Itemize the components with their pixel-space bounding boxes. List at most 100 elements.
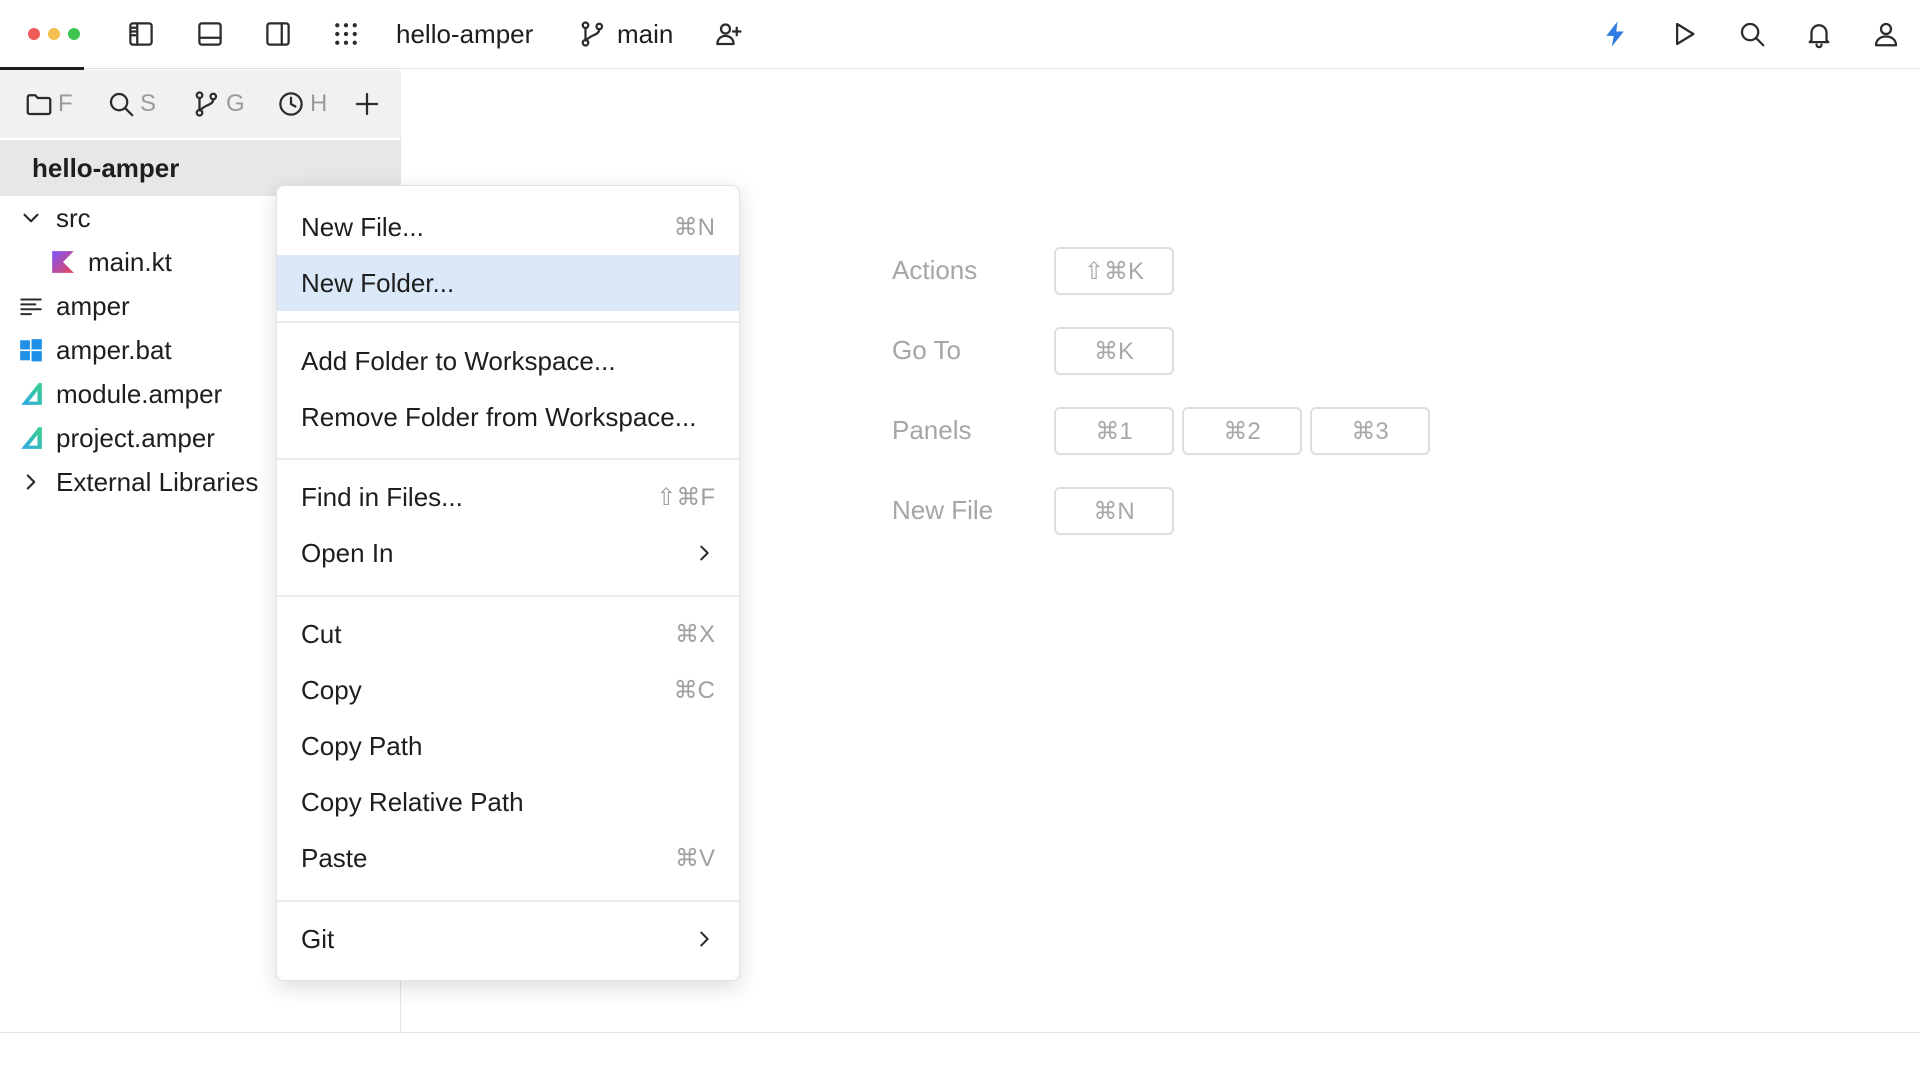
apps-grid-icon[interactable] (327, 15, 365, 53)
toggle-bottom-panel-icon[interactable] (191, 15, 229, 53)
shortcut-label-actions: Actions (892, 255, 978, 285)
tree-item-label: amper (56, 291, 130, 321)
tree-item-label: module.amper (56, 379, 223, 409)
menu-item-label: Add Folder to Workspace... (301, 345, 616, 376)
folder-icon (26, 94, 52, 116)
window-controls (28, 28, 80, 40)
tree-item-external-libraries[interactable]: External Libraries (18, 462, 258, 502)
shortcut-key: ⌘2 (1182, 407, 1302, 455)
clock-icon (279, 92, 303, 116)
shortcut-key: ⌘N (1054, 487, 1174, 535)
tree-item-label: project.amper (56, 423, 215, 453)
menu-item-new-folder[interactable]: New Folder... (277, 255, 739, 311)
windows-icon (20, 339, 42, 362)
menu-item-label: Remove Folder from Workspace... (301, 401, 697, 432)
tab-history[interactable]: H (276, 84, 332, 124)
run-icon[interactable] (1665, 15, 1703, 53)
shortcut-label-new-file: New File (892, 495, 994, 525)
chevron-right-icon (26, 474, 36, 490)
panel-tabs: F S G H (0, 70, 401, 138)
menu-item-shortcut: ⌘C (673, 676, 715, 704)
git-branch-icon[interactable] (574, 15, 612, 53)
status-bar (0, 1032, 1920, 1080)
menu-item-new-file[interactable]: New File... ⌘N (277, 199, 739, 255)
tab-files-label: F (58, 90, 73, 117)
menu-item-label: Find in Files... (301, 481, 463, 512)
title-bar: hello-amper main (0, 0, 1920, 70)
context-menu: New File... ⌘N New Folder... Add Folder … (276, 185, 740, 981)
toggle-left-panel-icon[interactable] (122, 15, 160, 53)
menu-separator (277, 458, 739, 460)
plus-icon (355, 92, 379, 116)
menu-separator (277, 595, 739, 597)
toggle-right-panel-icon[interactable] (259, 15, 297, 53)
git-branch-icon (195, 91, 218, 117)
menu-item-shortcut: ⌘N (673, 213, 715, 241)
chevron-right-icon (700, 545, 709, 561)
shortcut-key: ⇧⌘K (1054, 247, 1174, 295)
search-icon[interactable] (1733, 15, 1771, 53)
menu-item-label: Copy Path (301, 730, 423, 761)
tree-item-module-amper[interactable]: module.amper (18, 374, 222, 414)
minimize-window-button[interactable] (48, 28, 60, 40)
chevron-down-icon (23, 213, 39, 223)
menu-item-shortcut: ⇧⌘F (656, 483, 715, 511)
menu-item-copy-relative-path[interactable]: Copy Relative Path (277, 774, 739, 830)
branch-name[interactable]: main (617, 17, 673, 51)
tree-item-src[interactable]: src (18, 198, 91, 238)
menu-separator (277, 321, 739, 323)
kotlin-icon (52, 251, 74, 273)
tab-git[interactable]: G (192, 84, 248, 124)
shortcut-label-panels: Panels (892, 415, 972, 445)
menu-item-open-in[interactable]: Open In (277, 525, 739, 581)
project-root-label: hello-amper (32, 153, 180, 183)
menu-item-remove-folder-from-workspace[interactable]: Remove Folder from Workspace... (277, 389, 739, 445)
text-lines-icon (20, 298, 42, 316)
bell-icon[interactable] (1800, 15, 1838, 53)
search-icon (109, 92, 134, 117)
menu-item-add-folder-to-workspace[interactable]: Add Folder to Workspace... (277, 333, 739, 389)
tab-files[interactable]: F (24, 84, 80, 124)
menu-item-label: Open In (301, 537, 394, 568)
chevron-right-icon (700, 931, 709, 947)
menu-item-paste[interactable]: Paste ⌘V (277, 830, 739, 886)
menu-separator (277, 900, 739, 902)
tab-git-label: G (226, 90, 245, 117)
tree-item-project-amper[interactable]: project.amper (18, 418, 215, 458)
maximize-window-button[interactable] (68, 28, 80, 40)
tree-item-amper[interactable]: amper (18, 286, 130, 326)
menu-item-shortcut: ⌘X (674, 620, 715, 648)
lightning-icon[interactable] (1596, 15, 1634, 53)
tree-item-label: src (56, 203, 91, 233)
menu-item-label: Copy Relative Path (301, 786, 524, 817)
shortcut-key: ⌘K (1054, 327, 1174, 375)
menu-item-git[interactable]: Git (277, 911, 739, 967)
tab-search[interactable]: S (106, 84, 164, 124)
tree-item-main-kt[interactable]: main.kt (50, 242, 172, 282)
project-name[interactable]: hello-amper (396, 17, 533, 51)
tab-search-label: S (140, 90, 157, 117)
tree-item-label: main.kt (88, 247, 172, 277)
add-user-icon[interactable] (709, 15, 747, 53)
shortcut-key: ⌘3 (1310, 407, 1430, 455)
tab-history-label: H (310, 90, 328, 117)
menu-item-find-in-files[interactable]: Find in Files... ⇧⌘F (277, 469, 739, 525)
user-icon[interactable] (1867, 15, 1905, 53)
menu-item-label: Cut (301, 618, 342, 649)
menu-item-cut[interactable]: Cut ⌘X (277, 606, 739, 662)
menu-item-shortcut: ⌘V (674, 844, 715, 872)
tree-item-label: amper.bat (56, 335, 172, 365)
add-tab-button[interactable] (352, 84, 388, 124)
shortcut-label-goto: Go To (892, 335, 961, 365)
menu-item-copy[interactable]: Copy ⌘C (277, 662, 739, 718)
menu-item-label: Paste (301, 842, 368, 873)
close-window-button[interactable] (28, 28, 40, 40)
amper-icon (21, 383, 42, 405)
tree-item-amper-bat[interactable]: amper.bat (18, 330, 172, 370)
menu-item-label: New File... (301, 211, 424, 242)
menu-item-label: New Folder... (301, 267, 455, 298)
tree-item-label: External Libraries (56, 467, 259, 497)
menu-item-label: Git (301, 923, 335, 954)
shortcut-key: ⌘1 (1054, 407, 1174, 455)
menu-item-copy-path[interactable]: Copy Path (277, 718, 739, 774)
